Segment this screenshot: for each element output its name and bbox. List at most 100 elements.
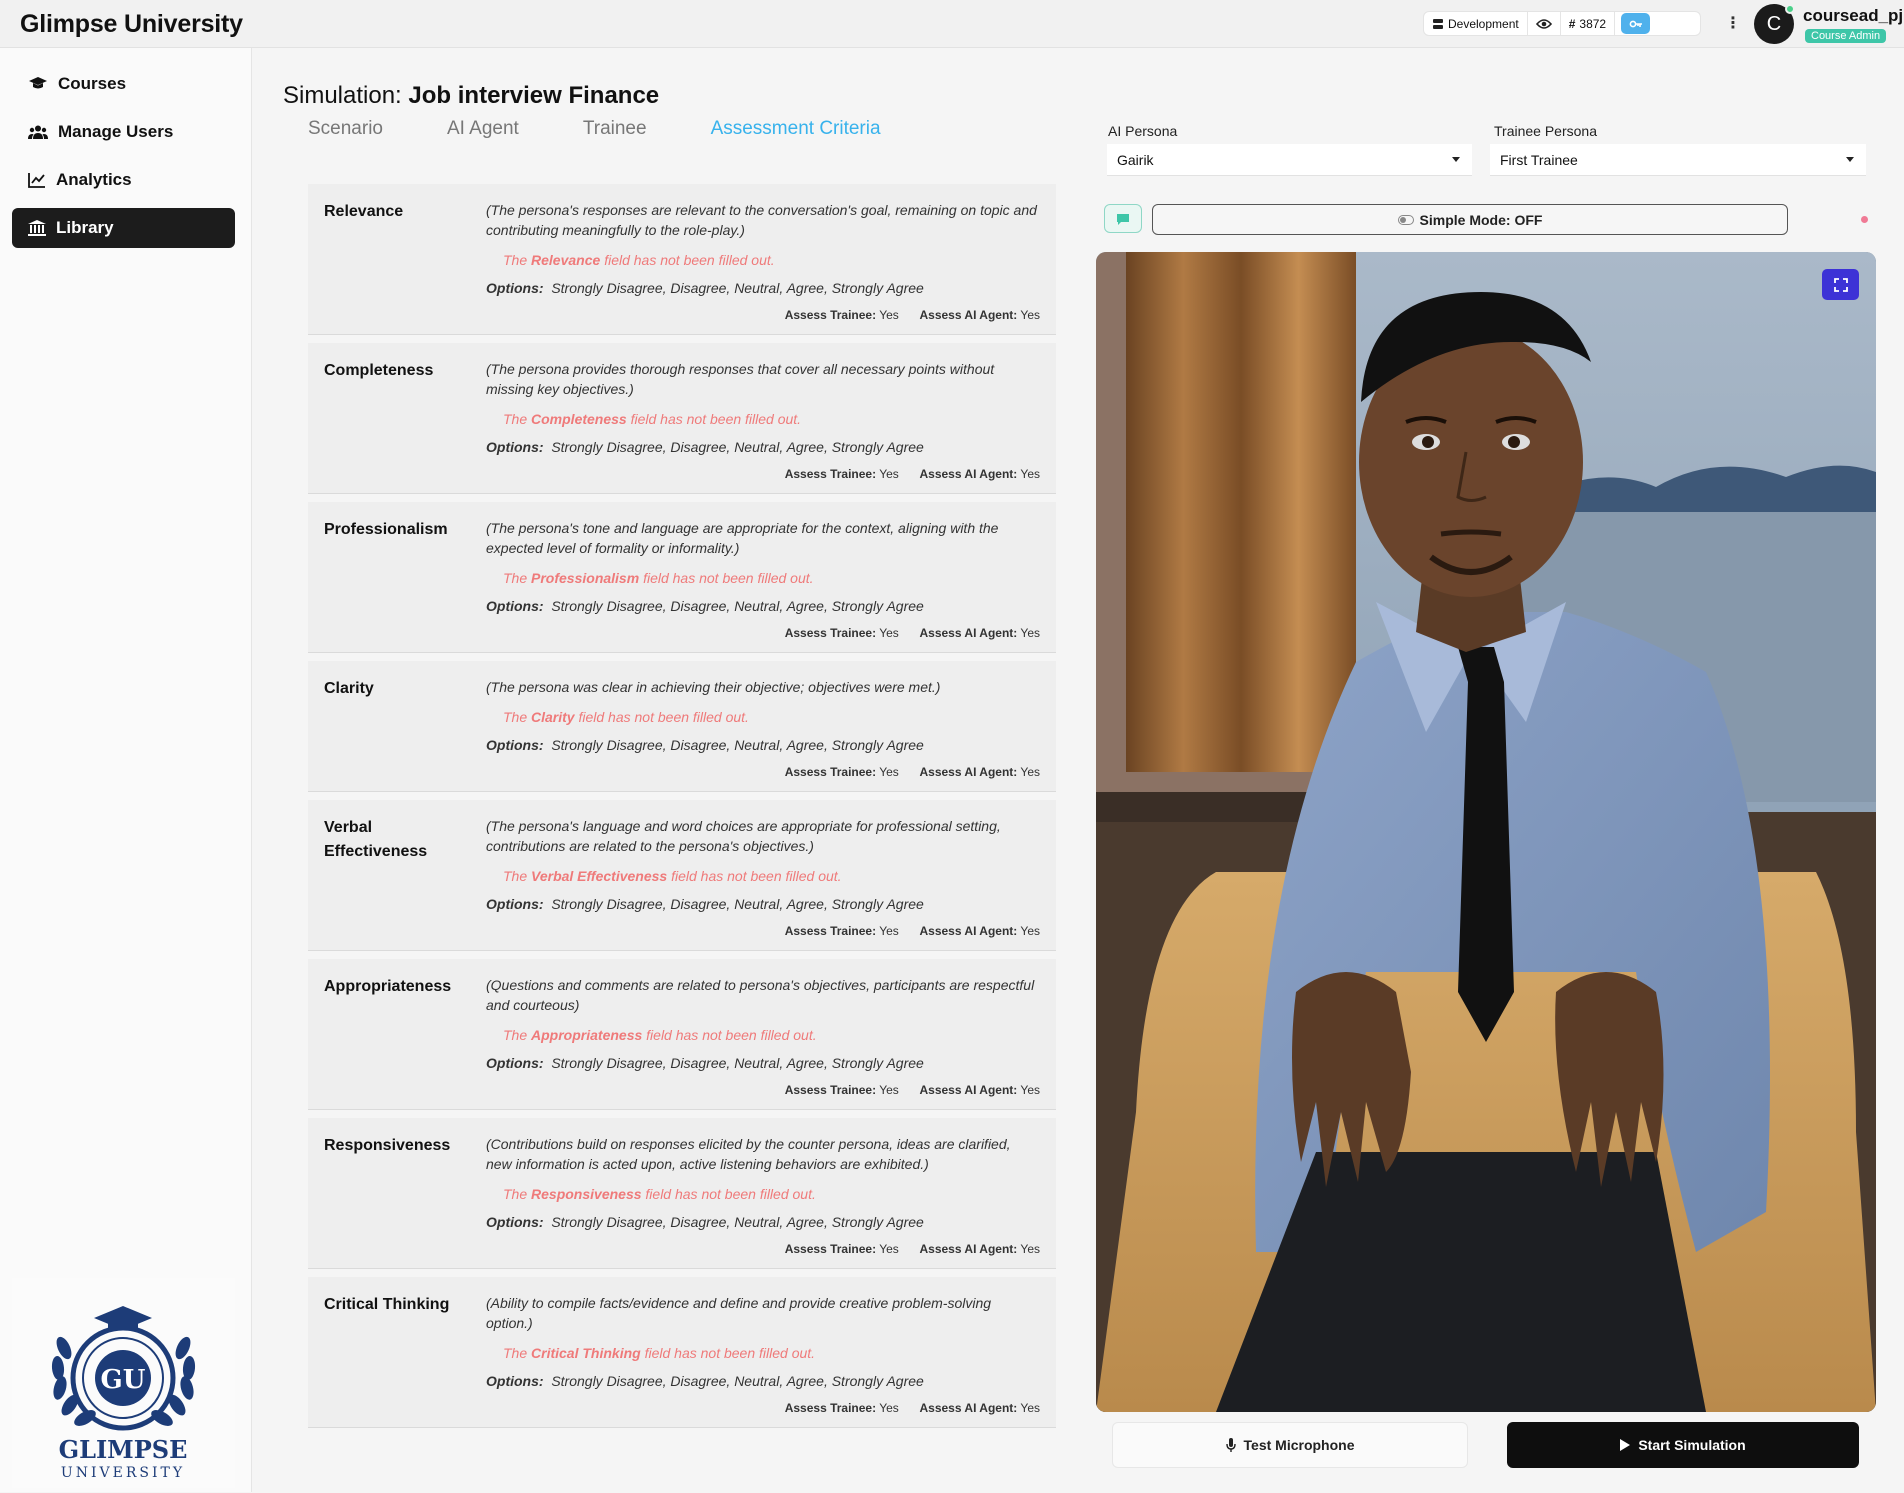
options-label: Options: [486,1373,544,1389]
options-label: Options: [486,598,544,614]
warning-suffix: field has not been filled out. [644,1345,816,1361]
logo-title: GLIMPSE [59,1435,188,1464]
assess-trainee-label: Assess Trainee: [784,924,877,938]
sidebar-item-manage-users[interactable]: Manage Users [12,112,235,152]
criteria-list: Relevance (The persona's responses are r… [308,184,1056,1436]
criterion-card[interactable]: Relevance (The persona's responses are r… [308,184,1056,335]
ai-persona-select[interactable]: Gairik [1107,144,1472,176]
logo-monogram: GU [101,1365,146,1395]
criterion-card[interactable]: Appropriateness (Questions and comments … [308,959,1056,1110]
trainee-persona-value: First Trainee [1500,151,1578,168]
sidebar-item-analytics[interactable]: Analytics [12,160,235,200]
page-title-label: Simulation: [283,82,402,109]
assess-trainee-label: Assess Trainee: [784,1083,877,1097]
sidebar-item-label: Library [56,218,114,237]
assess-trainee-label: Assess Trainee: [784,308,877,322]
key-button[interactable] [1621,13,1651,34]
criterion-body: (Questions and comments are related to p… [486,975,1040,1097]
more-menu-icon[interactable]: ⋮ [1725,13,1741,33]
online-status-dot [1785,4,1795,14]
simple-mode-toggle[interactable]: Simple Mode: OFF [1152,204,1788,235]
sidebar-item-courses[interactable]: Courses [12,64,235,104]
test-microphone-button[interactable]: Test Microphone [1112,1422,1468,1468]
recording-status-dot [1861,216,1868,223]
criterion-card[interactable]: Clarity (The persona was clear in achiev… [308,661,1056,792]
options-value: Strongly Disagree, Disagree, Neutral, Ag… [551,1214,924,1230]
chat-button[interactable] [1104,204,1142,233]
criterion-assess-flags: Assess Trainee: Yes Assess AI Agent: Yes [486,1083,1040,1097]
start-simulation-button[interactable]: Start Simulation [1507,1422,1859,1468]
sidebar-item-library[interactable]: Library [12,208,235,248]
options-label: Options: [486,1055,544,1071]
assess-trainee-value: Yes [879,467,899,481]
warning-prefix: The [503,1186,528,1202]
criterion-card[interactable]: Verbal Effectiveness (The persona's lang… [308,800,1056,951]
sidebar-item-label: Analytics [56,170,132,189]
play-icon [1620,1439,1631,1451]
id-number: 3872 [1579,16,1607,31]
chat-bubble-icon [1117,213,1129,225]
assess-ai-agent-label: Assess AI Agent: [919,308,1018,322]
tab-scenario[interactable]: Scenario [308,118,383,140]
criterion-options: Options: Strongly Disagree, Disagree, Ne… [486,896,1040,912]
warning-suffix: field has not been filled out. [643,570,814,586]
warning-prefix: The [503,570,528,586]
warning-suffix: field has not been filled out. [630,411,802,427]
trainee-persona-select[interactable]: First Trainee [1490,144,1866,176]
warning-field-name: Verbal Effectiveness [531,868,668,884]
criterion-options: Options: Strongly Disagree, Disagree, Ne… [486,1373,1040,1389]
criterion-name: Professionalism [324,521,448,538]
page-title-value: Job interview Finance [408,82,660,109]
criterion-card[interactable]: Professionalism (The persona's tone and … [308,502,1056,653]
sidebar-item-label: Courses [58,74,127,93]
server-icon [1433,18,1443,29]
top-bar: Glimpse University Development # 3872 ⋮ … [0,0,1904,48]
sidebar-item-label: Manage Users [58,122,174,141]
criterion-options: Options: Strongly Disagree, Disagree, Ne… [486,280,1040,296]
assess-ai-agent-value: Yes [1020,626,1040,640]
chevron-down-icon [1846,157,1854,162]
options-value: Strongly Disagree, Disagree, Neutral, Ag… [551,1055,924,1071]
criterion-assess-flags: Assess Trainee: Yes Assess AI Agent: Yes [486,1401,1040,1415]
ai-persona-label: AI Persona [1108,123,1178,139]
criterion-body: (The persona's responses are relevant to… [486,200,1040,322]
criterion-body: (The persona's tone and language are app… [486,518,1040,640]
warning-suffix: field has not been filled out. [671,868,842,884]
hash-icon: # [1568,16,1576,31]
warning-prefix: The [503,411,528,427]
environment-label: Development [1448,16,1519,31]
criterion-description: (Contributions build on responses elicit… [486,1136,1011,1172]
criterion-body: (The persona provides thorough responses… [486,359,1040,481]
assess-trainee-label: Assess Trainee: [784,765,877,779]
criterion-body: (Contributions build on responses elicit… [486,1134,1040,1256]
brand-title: Glimpse University [20,10,243,38]
criterion-options: Options: Strongly Disagree, Disagree, Ne… [486,439,1040,455]
criterion-options: Options: Strongly Disagree, Disagree, Ne… [486,598,1040,614]
avatar-viewport [1096,252,1876,1412]
tab-trainee[interactable]: Trainee [583,118,647,140]
chevron-down-icon [1452,157,1460,162]
environment-selector[interactable]: Development [1424,12,1528,35]
criterion-card[interactable]: Completeness (The persona provides thoro… [308,343,1056,494]
options-label: Options: [486,439,544,455]
preview-toggle[interactable] [1528,12,1561,35]
warning-field-name: Professionalism [531,570,640,586]
microphone-icon [1225,1438,1236,1452]
tab-assessment-criteria[interactable]: Assessment Criteria [711,118,881,140]
warning-prefix: The [503,252,528,268]
criterion-name: Clarity [324,680,374,697]
assess-ai-agent-label: Assess AI Agent: [919,626,1018,640]
tab-ai-agent[interactable]: AI Agent [447,118,519,140]
fullscreen-button[interactable] [1822,269,1859,300]
warning-prefix: The [503,1345,528,1361]
assess-ai-agent-value: Yes [1020,1083,1040,1097]
assess-trainee-value: Yes [879,1083,899,1097]
criterion-name: Responsiveness [324,1137,451,1154]
environment-toolbar: Development # 3872 [1423,11,1701,36]
assess-ai-agent-value: Yes [1020,1401,1040,1415]
criterion-card[interactable]: Responsiveness (Contributions build on r… [308,1118,1056,1269]
key-button-wrap [1615,12,1656,35]
simulation-tabs: Scenario AI Agent Trainee Assessment Cri… [308,118,945,140]
id-display: # 3872 [1561,12,1616,35]
criterion-card[interactable]: Critical Thinking (Ability to compile fa… [308,1277,1056,1428]
